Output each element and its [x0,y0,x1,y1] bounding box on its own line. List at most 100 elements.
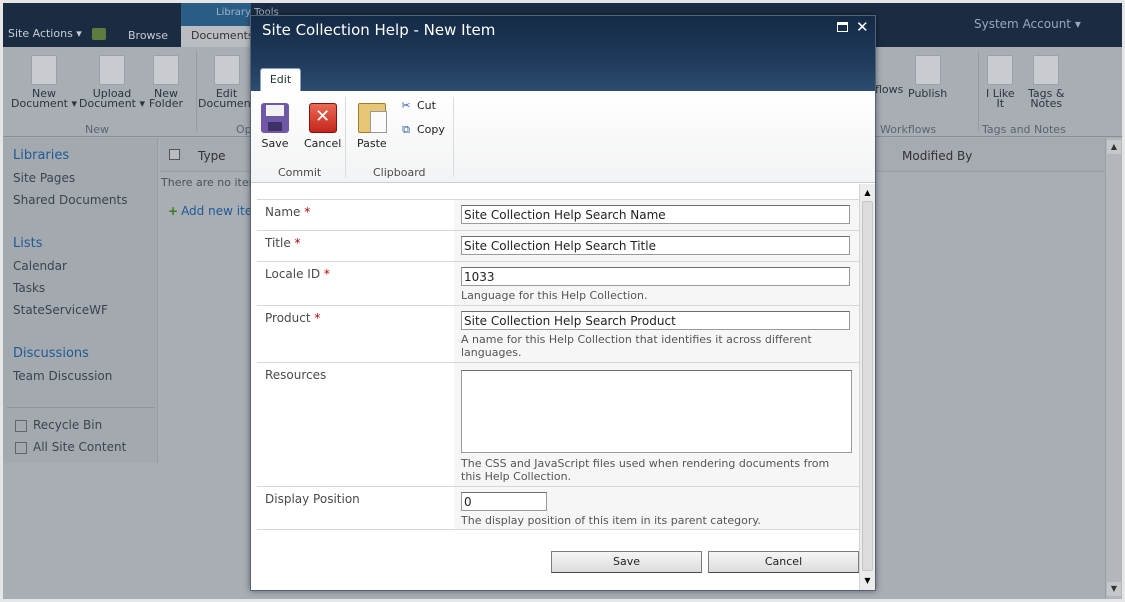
ribbon-cut-button[interactable]: ✂ Cut [399,99,436,112]
display-position-description: The display position of this item in its… [461,514,761,527]
user-menu[interactable]: System Account ▾ [974,17,1081,31]
form-scrollbar[interactable]: ▲ ▼ [859,184,875,590]
ribbon-cut-label: Cut [417,99,436,112]
publish-label: Publish [908,87,948,100]
ribbon-group-tags: Tags and Notes [982,123,1066,136]
locale-input[interactable] [461,267,850,286]
nav-item-all-site-content[interactable]: All Site Content [15,440,126,454]
nav-heading-discussions[interactable]: Discussions [13,346,89,361]
ribbon-save-label: Save [261,137,289,150]
value-cell [454,200,859,230]
nav-divider [7,407,155,408]
scroll-up-icon[interactable]: ▲ [1107,140,1121,154]
ribbon-separator [196,51,197,131]
new-folder-label: New Folder [149,87,183,110]
ribbon-cancel-button[interactable]: ✕ Cancel [304,103,341,150]
column-type[interactable]: Type [198,149,226,163]
label-cell: Title * [257,231,454,261]
tab-documents[interactable]: Documents [181,26,254,47]
new-document-icon [31,55,57,85]
tags-notes-button[interactable]: Tags & Notes [1028,55,1064,109]
cancel-icon: ✕ [308,103,337,133]
add-new-item-label: Add new ite [181,204,253,218]
tab-browse[interactable]: Browse [128,29,168,42]
form-row-product: Product * A name for this Help Collectio… [257,305,859,362]
nav-item-tasks[interactable]: Tasks [13,281,45,295]
upload-document-button[interactable]: Upload Document ▾ [79,55,145,109]
label-cell: Locale ID * [257,262,454,305]
nav-item-shared-documents[interactable]: Shared Documents [13,193,127,207]
scroll-down-icon[interactable]: ▼ [861,574,874,587]
ribbon-separator [345,97,346,177]
publish-icon [914,55,941,85]
title-input[interactable] [461,236,850,255]
value-cell: Language for this Help Collection. [454,262,859,305]
add-new-item-link[interactable]: + Add new ite [168,204,252,218]
ribbon-cancel-label: Cancel [304,137,342,150]
site-content-icon [15,441,27,454]
edit-document-icon [213,55,240,85]
scroll-up-icon[interactable]: ▲ [861,186,874,199]
edit-document-label: Edit Document [198,87,255,110]
scroll-thumb[interactable] [862,201,873,571]
label-cell: Display Position [257,487,454,529]
nav-heading-libraries[interactable]: Libraries [13,148,69,163]
product-description: A name for this Help Collection that ide… [461,333,812,359]
label-cell: Resources [257,363,454,486]
i-like-it-label: I Like It [986,87,1015,110]
dialog-title-bar: Site Collection Help - New Item ✕ Edit [251,16,875,92]
i-like-it-button[interactable]: I Like It [986,55,1015,109]
label-cell: Product * [257,306,454,362]
save-icon [261,103,289,133]
name-label: Name * [265,205,311,219]
dialog-title: Site Collection Help - New Item [262,21,496,39]
scissors-icon: ✂ [401,99,411,112]
scroll-down-icon[interactable]: ▼ [1107,582,1121,596]
ribbon-group-workflows: Workflows [880,123,937,136]
display-position-input[interactable] [461,492,547,511]
upload-document-icon [99,55,125,85]
nav-item-recycle-bin[interactable]: Recycle Bin [15,418,102,432]
new-folder-button[interactable]: New Folder [149,55,183,109]
tab-edit[interactable]: Edit [260,68,301,92]
label-cell: Name * [257,200,454,230]
edit-document-button[interactable]: Edit Document [198,55,255,109]
close-icon[interactable]: ✕ [856,18,869,36]
save-button[interactable]: Save [551,551,702,573]
plus-icon: + [168,204,179,218]
paste-icon [357,103,387,133]
nav-item-stateservicewf[interactable]: StateServiceWF [13,303,108,317]
product-label: Product * [265,311,321,325]
select-all-checkbox[interactable] [169,149,180,160]
column-modified-by[interactable]: Modified By [902,149,972,163]
nav-item-site-pages[interactable]: Site Pages [13,171,75,185]
required-marker: * [304,205,311,219]
site-actions-menu[interactable]: Site Actions ▾ [8,27,82,40]
resources-textarea[interactable] [461,370,852,453]
thumbs-up-icon [987,55,1014,85]
tag-icon [1033,55,1060,85]
ribbon-group-clipboard: Clipboard [373,166,426,179]
nav-heading-lists[interactable]: Lists [13,236,43,251]
nav-item-team-discussion[interactable]: Team Discussion [13,369,112,383]
nav-item-calendar[interactable]: Calendar [13,259,67,273]
resources-label: Resources [265,368,327,382]
locale-label: Locale ID * [265,267,330,281]
resources-description: The CSS and JavaScript files used when r… [461,457,830,483]
recycle-bin-label: Recycle Bin [33,418,103,432]
ribbon-copy-button[interactable]: ⧉ Copy [399,123,445,136]
locale-description: Language for this Help Collection. [461,289,648,302]
ribbon-save-button[interactable]: Save [261,103,289,150]
workflows-button[interactable]: flows [875,84,903,95]
ribbon-paste-button[interactable]: Paste [357,103,387,150]
page-scrollbar[interactable]: ▲ ▼ [1105,138,1122,599]
name-input[interactable] [461,205,850,224]
new-document-button[interactable]: New Document ▾ [11,55,77,109]
publish-button[interactable]: Publish [908,55,947,99]
form-row-display-position: Display Position The display position of… [257,486,859,530]
navigate-up-icon[interactable] [92,28,106,40]
product-input[interactable] [461,311,850,330]
ribbon-copy-label: Copy [417,123,445,136]
cancel-button[interactable]: Cancel [708,551,859,573]
maximize-icon[interactable] [837,22,848,32]
